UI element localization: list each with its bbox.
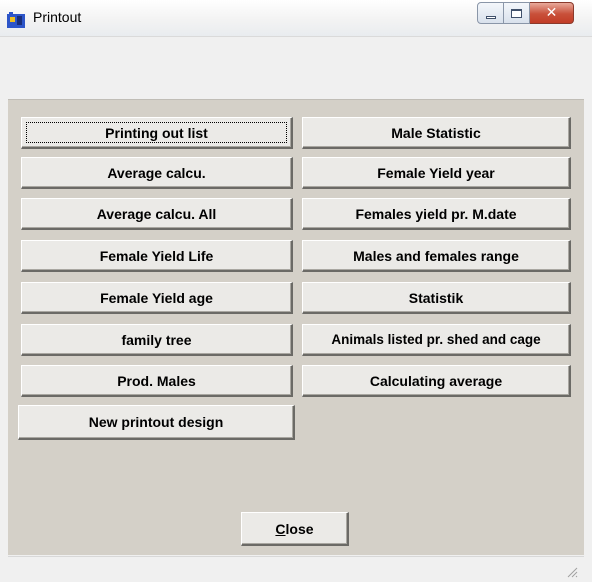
new-printout-design-button[interactable]: New printout design (18, 405, 295, 440)
button-label: family tree (121, 331, 192, 348)
close-label-rest: lose (285, 520, 314, 537)
button-label: New printout design (88, 414, 224, 430)
button-label: Female Yield year (377, 164, 495, 181)
app-icon (7, 12, 25, 28)
female-yield-age-button[interactable]: Female Yield age (21, 282, 293, 314)
button-label: Females yield pr. M.date (355, 205, 517, 222)
button-panel: Printing out list Average calcu. Average… (8, 99, 584, 555)
prod-males-button[interactable]: Prod. Males (21, 365, 293, 397)
window-title: Printout (33, 9, 82, 25)
close-window-button[interactable]: ✕ (530, 2, 574, 24)
minimize-button[interactable] (477, 2, 504, 24)
button-label: Average calcu. All (96, 205, 217, 222)
button-label: Average calcu. (107, 164, 206, 181)
button-label: Printing out list (105, 124, 208, 141)
females-yield-pr-mdate-button[interactable]: Females yield pr. M.date (302, 198, 571, 230)
toolbar-area (8, 37, 584, 99)
calculating-average-button[interactable]: Calculating average (302, 365, 571, 397)
close-icon: ✕ (545, 5, 558, 21)
family-tree-button[interactable]: family tree (21, 324, 293, 356)
males-and-females-range-button[interactable]: Males and females range (302, 240, 571, 272)
resize-grip-icon[interactable] (566, 566, 578, 578)
button-label: Animals listed pr. shed and cage (331, 332, 541, 347)
average-calcu-all-button[interactable]: Average calcu. All (21, 198, 293, 230)
close-button[interactable]: Close (241, 512, 349, 546)
button-label: Males and females range (353, 247, 519, 264)
minimize-icon (485, 15, 496, 19)
title-bar[interactable]: Printout ✕ (0, 0, 592, 37)
female-yield-year-button[interactable]: Female Yield year (302, 157, 571, 189)
button-label: Calculating average (369, 372, 503, 389)
status-bar (8, 556, 584, 582)
statistik-button[interactable]: Statistik (302, 282, 571, 314)
button-label: Prod. Males (117, 372, 196, 389)
button-label: Female Yield Life (99, 247, 214, 264)
window-controls: ✕ (477, 2, 574, 24)
male-statistic-button[interactable]: Male Statistic (302, 117, 571, 149)
button-label: Female Yield age (100, 289, 213, 306)
maximize-icon (511, 8, 522, 18)
button-label: Male Statistic (391, 124, 481, 141)
close-mnemonic: C (275, 520, 286, 537)
female-yield-life-button[interactable]: Female Yield Life (21, 240, 293, 272)
close-button-label: Close (275, 521, 313, 537)
printout-window: Printout ✕ Printing out list Average cal… (0, 0, 592, 582)
average-calcu-button[interactable]: Average calcu. (21, 157, 293, 189)
button-label: Statistik (408, 289, 464, 306)
animals-listed-pr-shed-and-cage-button[interactable]: Animals listed pr. shed and cage (302, 324, 571, 356)
maximize-button[interactable] (504, 2, 530, 24)
printing-out-list-button[interactable]: Printing out list (21, 117, 293, 149)
